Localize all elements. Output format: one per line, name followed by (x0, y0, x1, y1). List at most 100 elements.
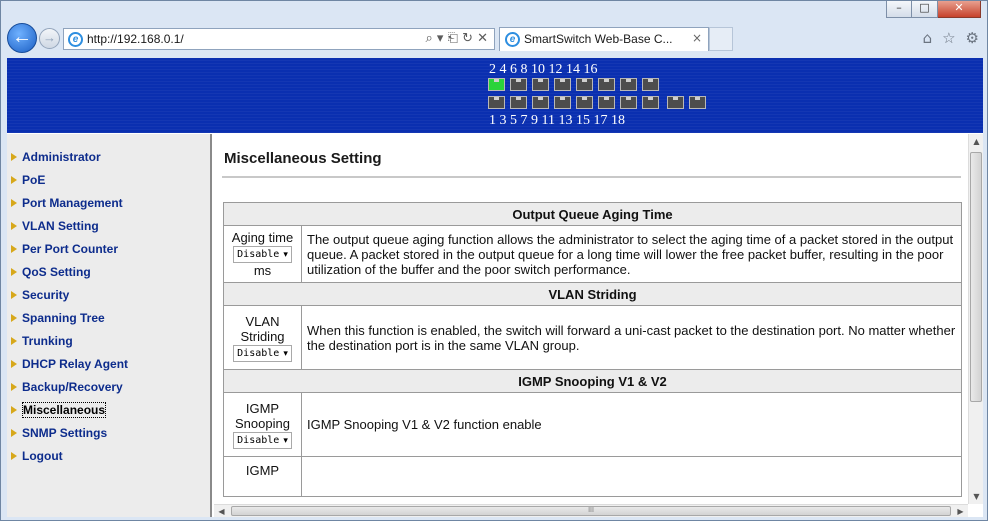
port-12-icon[interactable] (598, 78, 615, 91)
menu-arrow-icon (11, 291, 17, 299)
menu-arrow-icon (11, 222, 17, 230)
port-13-icon[interactable] (620, 96, 637, 109)
menu-arrow-icon (11, 360, 17, 368)
switch-banner: 2 4 6 8 10 12 14 16 1 3 5 7 9 11 13 15 1… (7, 58, 983, 133)
port-3-icon[interactable] (510, 96, 527, 109)
menu-arrow-icon (11, 383, 17, 391)
port-2-icon[interactable] (488, 78, 505, 91)
section-header: IGMP Snooping V1 & V2 (223, 369, 962, 393)
sidebar-menu: Administrator PoE Port Management VLAN S… (7, 134, 212, 517)
vertical-scroll-thumb[interactable] (970, 152, 982, 402)
scroll-right-icon[interactable]: ▶ (953, 504, 968, 517)
partial-row-label-cell: IGMP (223, 456, 302, 497)
close-button[interactable]: ✕ (938, 1, 981, 18)
sidebar-item-poe[interactable]: PoE (11, 173, 45, 187)
maximize-button[interactable]: □ (912, 1, 938, 18)
scroll-left-icon[interactable]: ◀ (214, 504, 229, 517)
sidebar-item-port-management[interactable]: Port Management (11, 196, 123, 210)
port-1-icon[interactable] (488, 96, 505, 109)
sidebar-item-administrator[interactable]: Administrator (11, 150, 101, 164)
settings-table: Output Queue Aging Time Aging time Disab… (223, 202, 962, 497)
sidebar-item-security[interactable]: Security (11, 288, 69, 302)
minimize-button[interactable]: – (886, 1, 912, 18)
port-16-icon[interactable] (642, 78, 659, 91)
aging-time-label-cell: Aging time Disable ▾ ms (223, 225, 302, 283)
menu-arrow-icon (11, 337, 17, 345)
igmp-snooping-label-line2: Snooping (235, 415, 290, 431)
back-button[interactable]: ← (7, 23, 37, 53)
sidebar-item-qos-setting[interactable]: QoS Setting (11, 265, 91, 279)
vlan-striding-select[interactable]: Disable ▾ (233, 344, 292, 362)
address-bar[interactable]: e http://192.168.0.1/ ⌕ ▾ ⎗ ↻ ✕ (63, 28, 495, 50)
port-8-icon[interactable] (554, 78, 571, 91)
web-page: 2 4 6 8 10 12 14 16 1 3 5 7 9 11 13 15 1… (7, 58, 983, 517)
partial-row-label: IGMP (245, 463, 280, 478)
chevron-down-icon: ▾ (283, 435, 288, 446)
sidebar-item-vlan-setting[interactable]: VLAN Setting (11, 219, 99, 233)
scroll-up-icon[interactable]: ▲ (969, 134, 983, 149)
home-icon[interactable]: ⌂ (923, 29, 933, 47)
port-18-icon[interactable] (689, 96, 706, 109)
menu-arrow-icon (11, 452, 17, 460)
forward-button[interactable]: → (39, 28, 60, 49)
sidebar-item-trunking[interactable]: Trunking (11, 334, 73, 348)
igmp-snooping-select[interactable]: Disable ▾ (233, 431, 292, 449)
page-title: Miscellaneous Setting (224, 150, 382, 167)
igmp-snooping-row: IGMP Snooping Disable ▾ IGMP Snooping V1 … (223, 392, 962, 457)
menu-arrow-icon (11, 176, 17, 184)
port-5-icon[interactable] (532, 96, 549, 109)
partial-row: IGMP (223, 456, 962, 497)
sidebar-item-spanning-tree[interactable]: Spanning Tree (11, 311, 105, 325)
title-divider (222, 176, 961, 178)
port-9-icon[interactable] (576, 96, 593, 109)
horizontal-scrollbar[interactable]: ◀ III ▶ (214, 504, 968, 517)
vertical-scrollbar[interactable]: ▲ ▼ (968, 134, 983, 504)
section-header-row: VLAN Striding (223, 282, 962, 306)
port-14-icon[interactable] (620, 78, 637, 91)
section-header-row: Output Queue Aging Time (223, 202, 962, 226)
partial-row-description (301, 456, 962, 497)
section-header: Output Queue Aging Time (223, 202, 962, 226)
menu-arrow-icon (11, 245, 17, 253)
window-controls: – □ ✕ (886, 1, 981, 18)
port-4-icon[interactable] (510, 78, 527, 91)
vlan-striding-row: VLAN Striding Disable ▾ When this functio… (223, 305, 962, 370)
address-bar-icons[interactable]: ⌕ ▾ ⎗ ↻ ✕ (425, 31, 488, 46)
sidebar-item-per-port-counter[interactable]: Per Port Counter (11, 242, 118, 256)
even-port-numbers: 2 4 6 8 10 12 14 16 (489, 62, 598, 77)
navigation-bar: ← → e http://192.168.0.1/ ⌕ ▾ ⎗ ↻ ✕ e Sm… (1, 21, 987, 55)
aging-time-description: The output queue aging function allows t… (301, 225, 962, 283)
url-text[interactable]: http://192.168.0.1/ (87, 32, 184, 46)
igmp-snooping-description: IGMP Snooping V1 & V2 function enable (301, 392, 962, 457)
aging-time-select[interactable]: Disable ▾ (233, 246, 292, 263)
sidebar-item-logout[interactable]: Logout (11, 449, 63, 463)
browser-tab[interactable]: e SmartSwitch Web-Base C... × (499, 27, 709, 51)
main-content: Miscellaneous Setting Output Queue Aging… (214, 134, 965, 504)
horizontal-scroll-thumb[interactable]: III (231, 506, 951, 516)
port-15-icon[interactable] (642, 96, 659, 109)
section-header: VLAN Striding (223, 282, 962, 306)
menu-arrow-icon (11, 429, 17, 437)
igmp-snooping-label-cell: IGMP Snooping Disable ▾ (223, 392, 302, 457)
tab-close-icon[interactable]: × (692, 31, 702, 45)
sidebar-item-snmp-settings[interactable]: SNMP Settings (11, 426, 107, 440)
sidebar-item-miscellaneous[interactable]: Miscellaneous (11, 402, 107, 418)
sidebar-item-backup-recovery[interactable]: Backup/Recovery (11, 380, 123, 394)
port-7-icon[interactable] (554, 96, 571, 109)
settings-icon[interactable]: ⚙ (966, 29, 979, 47)
port-6-icon[interactable] (532, 78, 549, 91)
odd-port-numbers: 1 3 5 7 9 11 13 15 17 18 (489, 113, 625, 128)
favorites-icon[interactable]: ☆ (942, 29, 955, 47)
port-17-icon[interactable] (667, 96, 684, 109)
port-10-icon[interactable] (576, 78, 593, 91)
menu-arrow-icon (11, 199, 17, 207)
chevron-down-icon: ▾ (283, 348, 288, 359)
port-11-icon[interactable] (598, 96, 615, 109)
tab-ie-icon: e (505, 32, 520, 47)
scroll-down-icon[interactable]: ▼ (969, 489, 983, 504)
section-header-row: IGMP Snooping V1 & V2 (223, 369, 962, 393)
new-tab-button[interactable] (709, 27, 733, 51)
sidebar-item-dhcp-relay-agent[interactable]: DHCP Relay Agent (11, 357, 128, 371)
aging-time-label: Aging time (231, 230, 294, 245)
tab-title[interactable]: SmartSwitch Web-Base C... (524, 32, 673, 46)
